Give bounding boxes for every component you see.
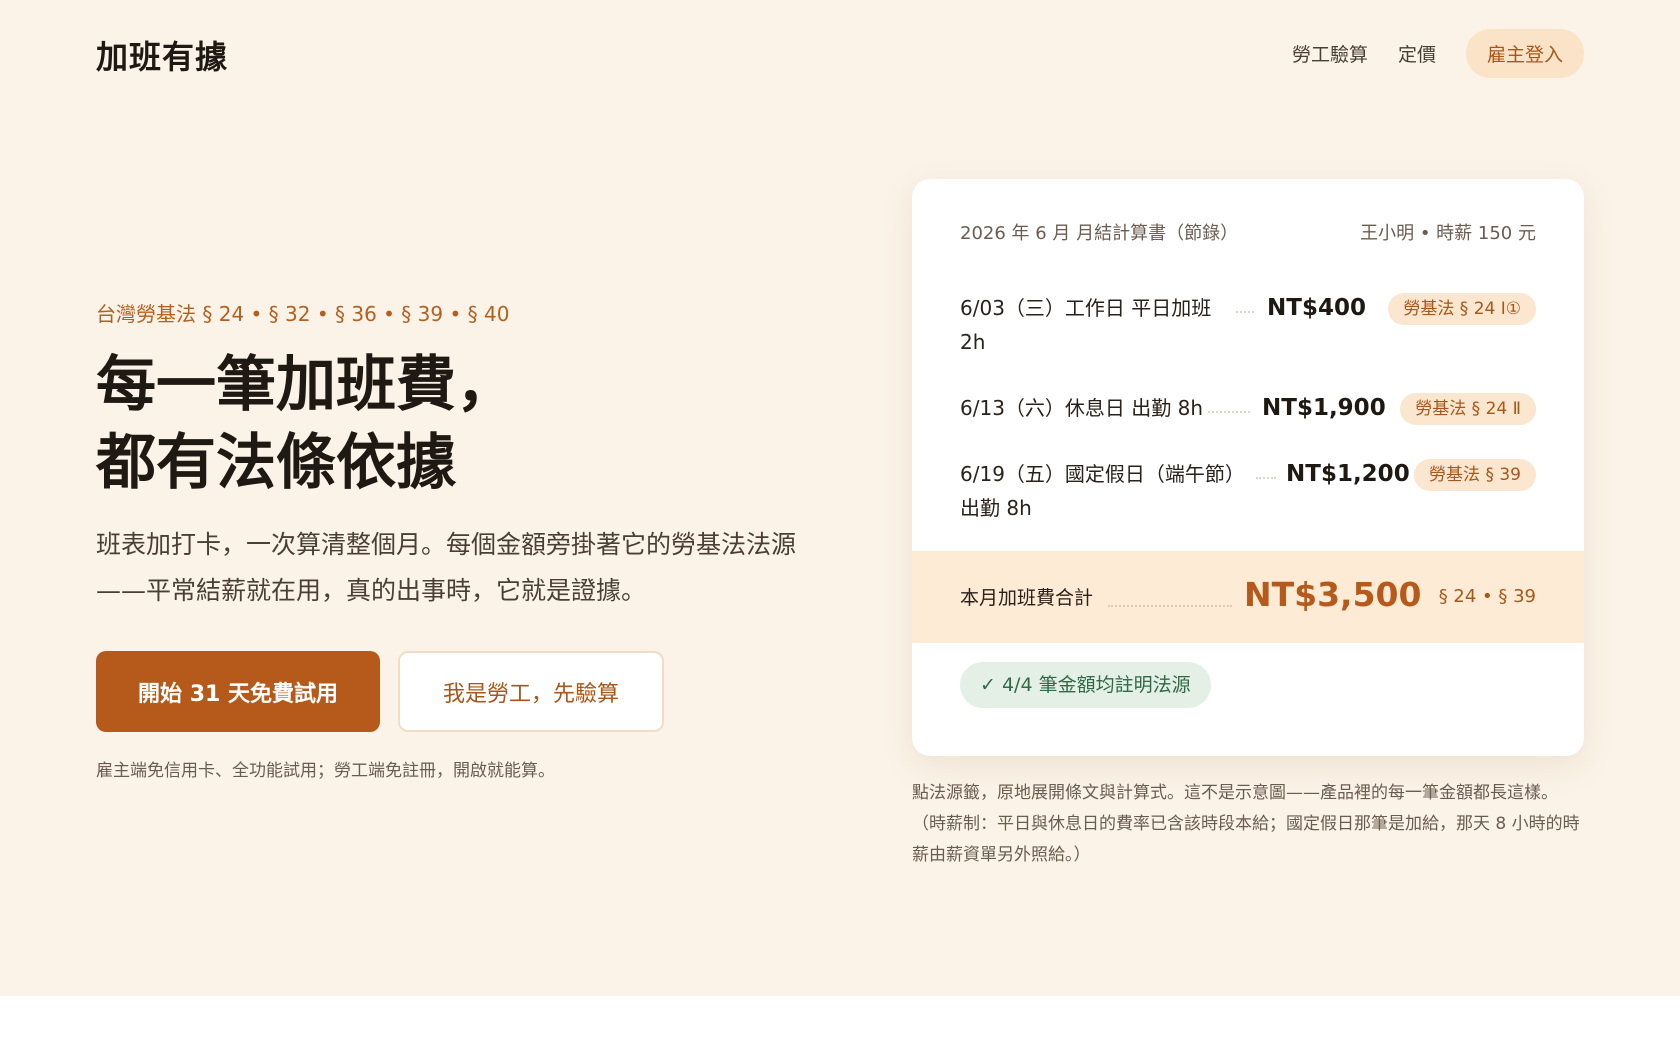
leader-dots: [1256, 477, 1276, 479]
statement-row: 6/13（六）休息日 出勤 8h NT$1,900 勞基法 § 24 Ⅱ: [960, 391, 1536, 453]
page-headline: 每一筆加班費， 都有法條依據: [96, 346, 516, 502]
total-band: 本月加班費合計 NT$3,500 § 24 • § 39: [912, 551, 1584, 643]
row-label: 6/19（五）國定假日（端午節）出勤 8h: [960, 462, 1245, 520]
law-articles-eyebrow: 台灣勞基法 § 24 • § 32 • § 36 • § 39 • § 40: [96, 302, 510, 326]
lead-paragraph: 班表加打卡，一次算清整個月。每個金額旁掛著它的勞基法法源——平常結薪就在用，真的…: [96, 530, 797, 605]
leader-dots: [1208, 411, 1250, 413]
site-logo[interactable]: 加班有據: [96, 32, 228, 78]
statement-header: 2026 年 6 月 月結計算書（節錄） 王小明 • 時薪 150 元: [960, 219, 1536, 245]
row-amount: NT$1,200: [1286, 461, 1410, 487]
worker-check-button[interactable]: 我是勞工，先驗算: [398, 651, 664, 732]
leader-dots: [1236, 311, 1254, 313]
headline-line-1: 每一筆加班費，: [96, 350, 516, 420]
start-trial-button[interactable]: 開始 31 天免費試用: [96, 651, 380, 732]
top-nav: 勞工驗算 定價 雇主登入: [1292, 29, 1584, 78]
statement-title: 2026 年 6 月 月結計算書（節錄）: [960, 223, 1239, 244]
row-amount: NT$1,900: [1262, 395, 1386, 421]
trial-footnote: 雇主端免信用卡、全功能試用；勞工端免註冊，開啟就能算。: [96, 761, 555, 781]
nav-worker-check[interactable]: 勞工驗算: [1292, 40, 1368, 67]
row-amount: NT$400: [1267, 295, 1366, 321]
total-label: 本月加班費合計: [960, 587, 1094, 609]
statement-card: 2026 年 6 月 月結計算書（節錄） 王小明 • 時薪 150 元 6/03…: [912, 179, 1584, 756]
law-tag-button[interactable]: 勞基法 § 39: [1414, 459, 1536, 491]
leader-dots: [1108, 605, 1232, 607]
law-tag-button[interactable]: 勞基法 § 24 Ⅱ: [1400, 393, 1536, 425]
employee-info: 王小明 • 時薪 150 元: [1360, 223, 1536, 244]
statement-row: 6/19（五）國定假日（端午節）出勤 8h NT$1,200 勞基法 § 39: [960, 457, 1536, 520]
caption-line-1: 點法源籤，原地展開條文與計算式。這不是示意圖——產品裡的每一筆金額都長這樣。: [912, 783, 1558, 803]
employer-login-button[interactable]: 雇主登入: [1465, 29, 1584, 78]
nav-pricing[interactable]: 定價: [1398, 40, 1436, 67]
headline-line-2: 都有法條依據: [96, 428, 456, 498]
card-caption: 點法源籤，原地展開條文與計算式。這不是示意圖——產品裡的每一筆金額都長這樣。 （…: [912, 778, 1592, 871]
row-label: 6/03（三）工作日 平日加班 2h: [960, 296, 1212, 354]
total-amount: NT$3,500: [1244, 575, 1422, 614]
total-law-refs: § 24 • § 39: [1438, 586, 1536, 607]
law-tag-button[interactable]: 勞基法 § 24 Ⅰ①: [1388, 293, 1536, 325]
hero-section: 加班有據 勞工驗算 定價 雇主登入 台灣勞基法 § 24 • § 32 • § …: [0, 0, 1680, 996]
verification-badge: ✓ 4/4 筆金額均註明法源: [960, 662, 1211, 708]
caption-line-2: （時薪制：平日與休息日的費率已含該時段本給；國定假日那筆是加給，那天 8 小時的…: [912, 814, 1580, 865]
row-label: 6/13（六）休息日 出勤 8h: [960, 396, 1204, 420]
statement-row: 6/03（三）工作日 平日加班 2h NT$400 勞基法 § 24 Ⅰ①: [960, 291, 1536, 354]
